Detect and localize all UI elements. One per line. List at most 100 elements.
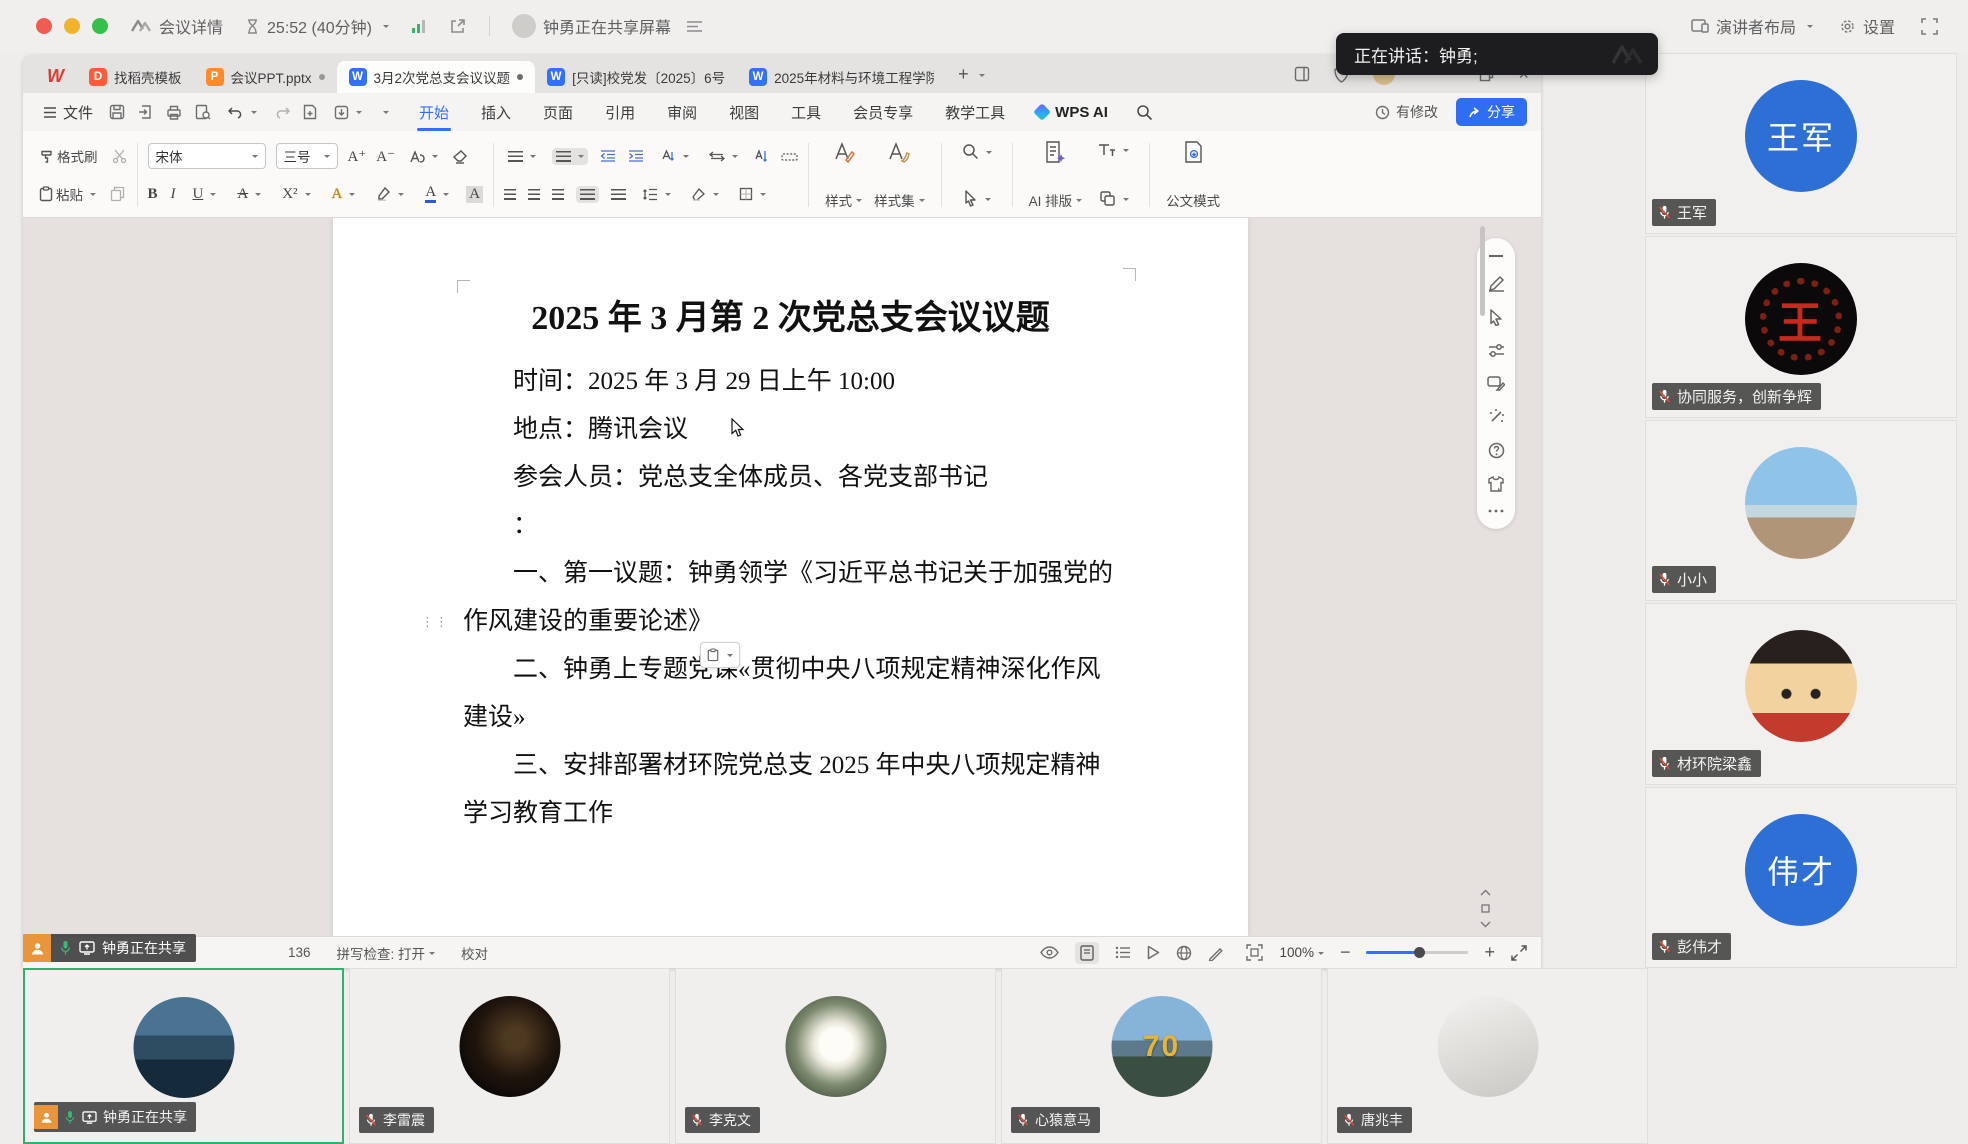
meeting-detail[interactable]: 会议详情 [130,14,223,38]
sharing-list-icon[interactable] [686,20,703,33]
paste-button[interactable]: 粘贴 [35,181,100,207]
underline-button[interactable]: U [189,183,221,206]
menu-tab-home[interactable]: 开始 [417,95,451,130]
format-painter-button[interactable]: 格式刷 [35,143,102,169]
word-count[interactable]: 136 [288,945,311,960]
style-set-group[interactable]: 样式集 [868,137,931,213]
more-dots-icon[interactable] [1488,509,1504,513]
paragraph-drag-handle[interactable]: ⋮⋮ [421,614,449,630]
collapse-icon[interactable] [1489,254,1503,258]
close-window-button[interactable] [36,18,52,34]
participant-tile[interactable]: 唐兆丰 [1327,968,1648,1144]
shading-button[interactable] [687,185,723,204]
zoom-in-icon[interactable]: + [1484,942,1495,963]
participant-tile[interactable]: 李克文 [675,968,996,1144]
vertical-scrollbar[interactable] [1480,226,1485,926]
settings-button[interactable]: 设置 [1839,14,1895,38]
cut-icon[interactable] [112,149,127,164]
page-view-icon[interactable] [1075,942,1099,964]
menu-tab-page[interactable]: 页面 [541,95,575,130]
wps-ai-button[interactable]: WPS AI [1035,104,1108,121]
undo-button[interactable] [224,103,261,122]
print-icon[interactable] [166,105,182,120]
border-button[interactable] [735,184,770,204]
justify-button[interactable] [576,186,599,203]
highlight-button[interactable] [372,184,408,204]
asian-layout-button[interactable] [705,148,742,165]
web-view-icon[interactable] [1176,945,1192,961]
layers-button[interactable] [1095,187,1133,210]
participant-tile[interactable]: 70 心猿意马 [1001,968,1322,1144]
menu-tab-teaching[interactable]: 教学工具 [943,95,1007,130]
arrange-group[interactable] [1088,137,1139,213]
font-size-select[interactable]: 三号 [276,143,338,169]
tab-readonly-doc[interactable]: W [只读]校党发〔2025〕6号 [535,61,737,93]
output-icon[interactable] [138,104,153,120]
align-center-icon[interactable] [528,189,540,200]
open-external[interactable] [449,17,467,35]
select-arrow-icon[interactable] [1489,309,1504,326]
menu-tab-view[interactable]: 视图 [727,95,761,130]
strikethrough-button[interactable]: A [233,183,265,206]
share-button[interactable]: 分享 [1456,98,1527,126]
bullet-list-button[interactable] [504,148,540,165]
superscript-button[interactable]: X² [278,183,314,206]
new-tab-button[interactable]: + [958,64,969,85]
save-icon[interactable] [109,104,125,120]
document-area[interactable]: 2025 年 3 月第 2 次党总支会议议题 时间：2025 年 3 月 29 … [23,218,1541,936]
file-menu[interactable]: 文件 [43,102,93,123]
document-page[interactable]: 2025 年 3 月第 2 次党总支会议议题 时间：2025 年 3 月 29 … [333,218,1248,936]
copy-icon[interactable] [110,186,125,202]
decrease-indent-icon[interactable] [600,150,616,162]
clear-format-icon[interactable] [452,149,468,164]
text-tool-button[interactable] [1094,140,1133,160]
participant-tile[interactable]: 小小 [1645,420,1957,601]
menu-tab-insert[interactable]: 插入 [479,95,513,130]
participant-tile-sharing[interactable]: 钟勇正在共享 [23,968,344,1144]
text-direction-button[interactable] [656,146,693,166]
spell-check-status[interactable]: 拼写检查: 打开 [337,943,436,963]
tab-docer[interactable]: D 找稻壳模板 [77,61,194,93]
tab-list-caret-icon[interactable] [979,74,985,80]
font-color-button[interactable]: A [421,182,453,206]
select-cursor-button[interactable] [959,187,995,210]
window-controls[interactable] [36,18,108,34]
menu-tab-tools[interactable]: 工具 [789,95,823,130]
maximize-window-button[interactable] [92,18,108,34]
align-right-icon[interactable] [552,189,564,200]
ink-pen-icon[interactable] [1208,945,1224,961]
participant-tile[interactable]: 李雷震 [349,968,670,1144]
translate-card-icon[interactable] [1487,375,1505,391]
expand-fullscreen-icon[interactable] [1511,945,1527,961]
minimize-window-button[interactable] [64,18,80,34]
align-left-icon[interactable] [504,189,516,200]
decrease-font-button[interactable]: A⁻ [376,147,395,166]
sort-icon[interactable] [754,149,769,163]
magic-wand-icon[interactable] [1488,408,1505,425]
wps-home-tab[interactable]: W [33,61,77,91]
zoom-slider[interactable] [1366,951,1468,954]
participant-tile[interactable]: 伟才 彭伟才 [1645,787,1957,968]
meeting-timer[interactable]: 25:52 (40分钟) [245,14,389,38]
zoom-percentage[interactable]: 100% [1279,945,1324,960]
participant-tile[interactable]: 王 协同服务，创新争辉 [1645,236,1957,417]
side-panel-icon[interactable] [1294,66,1310,82]
menu-tab-reference[interactable]: 引用 [603,95,637,130]
play-view-icon[interactable] [1147,945,1160,960]
page-down-icon[interactable] [1480,921,1491,928]
layout-switcher[interactable]: 演讲者布局 [1691,14,1813,38]
bold-button[interactable]: B [148,186,158,203]
export-button[interactable] [330,102,366,123]
increase-font-button[interactable]: A⁺ [348,147,367,166]
char-shading-button[interactable]: A [466,186,483,203]
search-icon[interactable] [1136,104,1153,121]
scrollbar-thumb[interactable] [1480,226,1485,316]
distribute-icon[interactable] [611,189,626,200]
font-name-select[interactable]: 宋体 [148,143,266,169]
zoom-out-icon[interactable]: − [1340,942,1351,963]
menu-tab-member[interactable]: 会员专享 [851,95,915,130]
print-preview-icon[interactable] [195,104,211,120]
skin-theme-icon[interactable] [1487,476,1505,492]
adjust-sliders-icon[interactable] [1488,343,1505,358]
line-spacing-button[interactable] [638,185,675,204]
